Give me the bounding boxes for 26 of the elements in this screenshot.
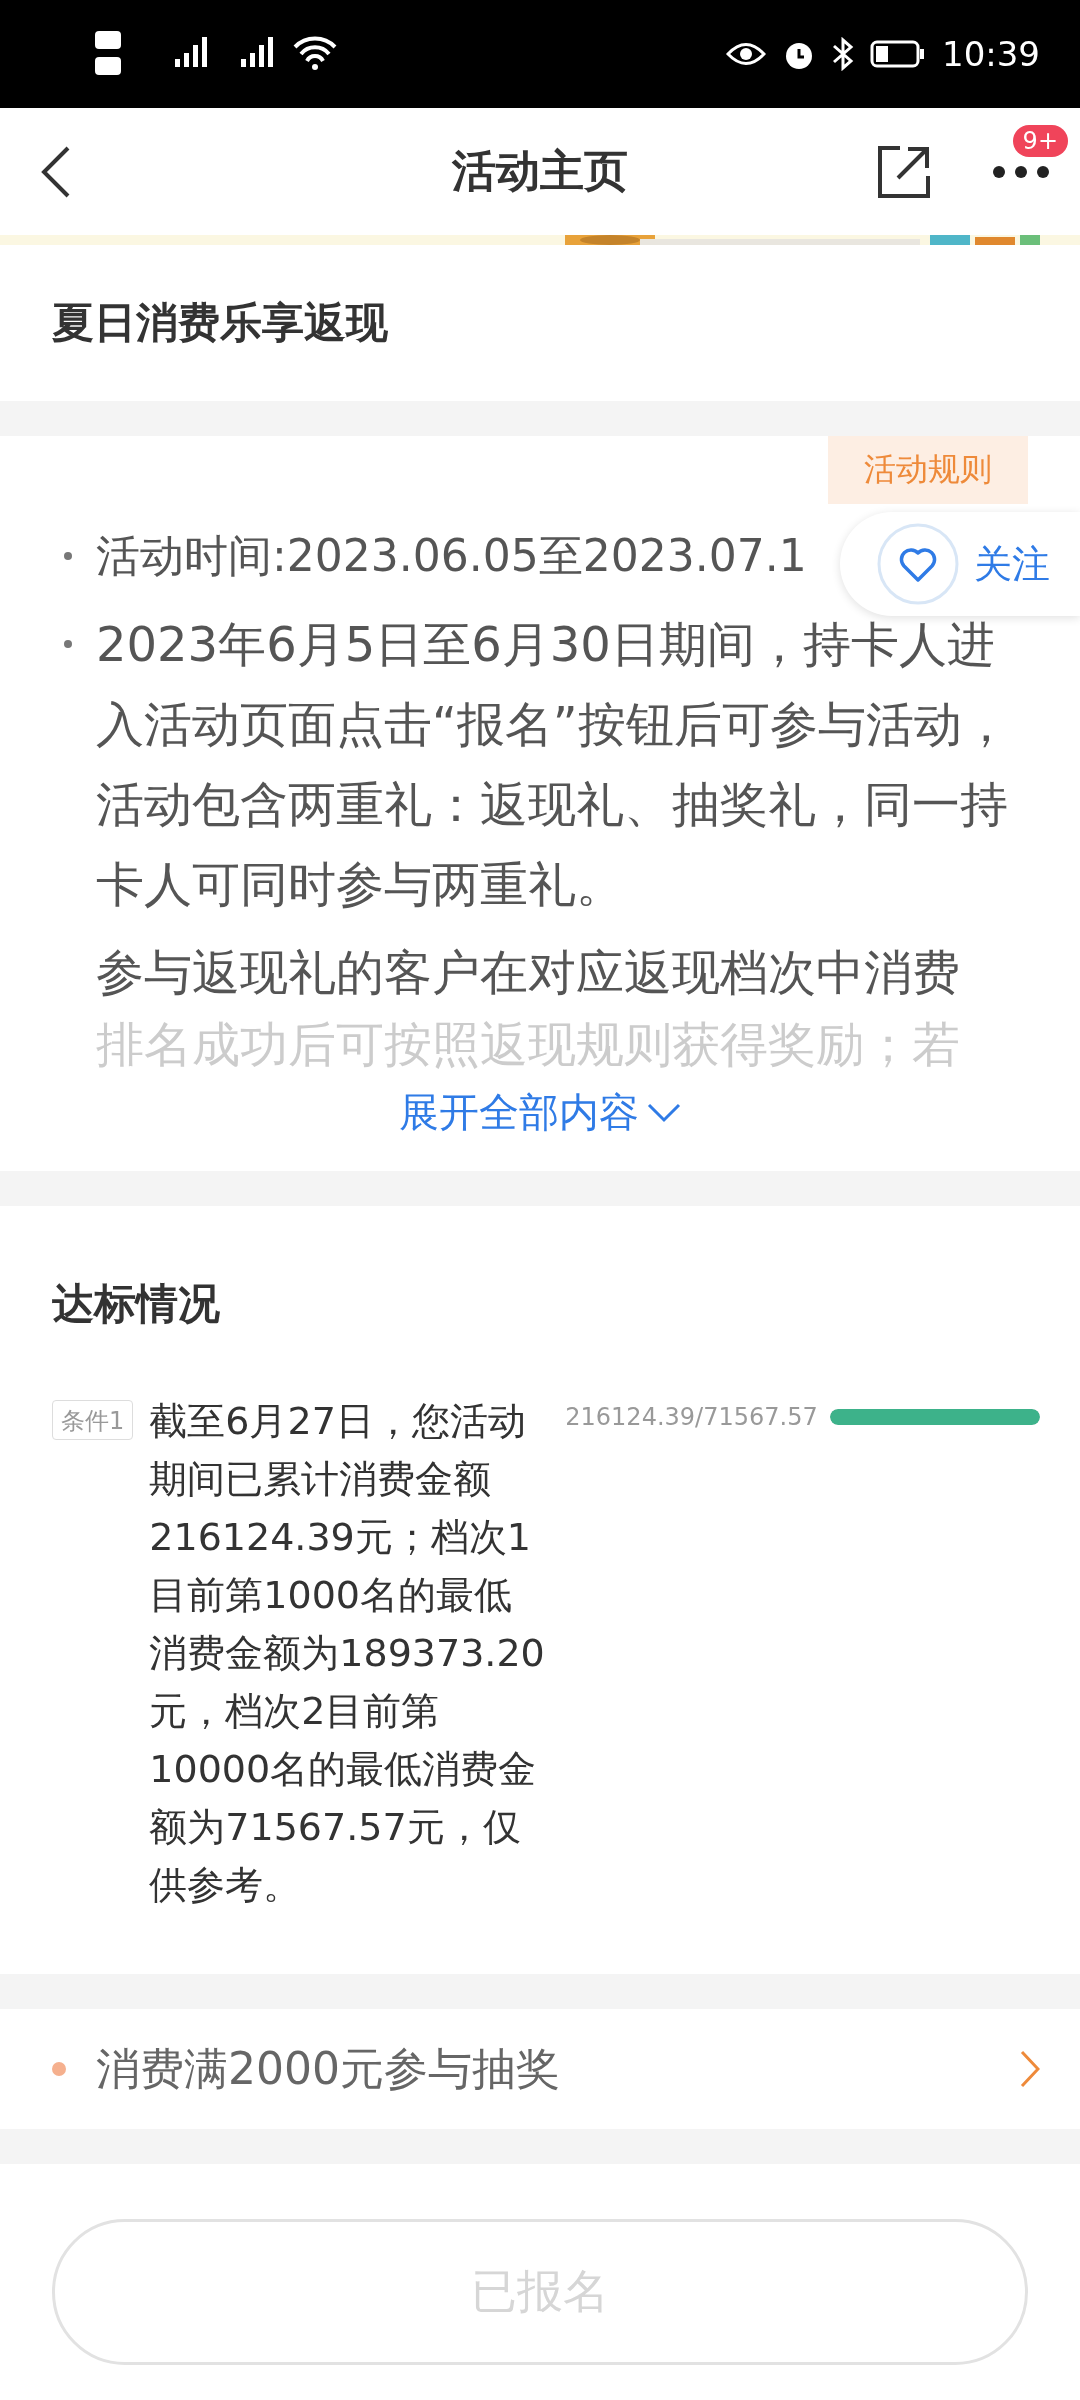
rule-text: 活动时间:2023.06.05至2023.07.1 — [96, 529, 807, 583]
share-icon[interactable] — [876, 143, 932, 200]
expand-link[interactable]: 展开全部内容 — [40, 1084, 1040, 1141]
section-title: 达标情况 — [51, 1278, 221, 1330]
back-icon[interactable] — [40, 144, 72, 199]
bullet-icon — [64, 640, 72, 648]
rule-text: 2023年6月5日至6月30日期间，持卡人进入活动页面点击“报名”按钮后可参与活动，活动包含两重礼：返现礼、抽奖礼，同一持卡人可同时参与两重礼。 — [96, 615, 1011, 914]
rule-text: 参与返现礼的客户在对应返现档次中消费 — [96, 943, 961, 1002]
condition-tag: 条件1 — [52, 1400, 134, 1440]
bullet-icon — [64, 552, 72, 560]
more-icon[interactable] — [992, 164, 1050, 179]
rules-tab[interactable]: 活动规则 — [828, 436, 1028, 504]
chevron-down-icon — [647, 1102, 681, 1123]
clock-time: 10:39 — [942, 34, 1040, 74]
page-title: 活动主页 — [452, 145, 628, 196]
progress-reading: 216124.39/71567.57 — [565, 1403, 818, 1431]
battery-icon — [870, 40, 926, 68]
condition-text: 截至6月27日，您活动期间已累计消费金额216124.39元；档次1目前第1000名的最低消费金额为189373.20元，档次2目前第10000名的最低消费金额为71567.57元，仅供参考。 — [149, 1398, 546, 1909]
follow-button[interactable]: 关注 — [840, 512, 1080, 616]
activity-title: 夏日消费乐享返现 — [51, 297, 389, 349]
notification-badge: 9+ — [1012, 124, 1068, 157]
bluetooth-icon — [832, 37, 854, 71]
bullet-icon — [52, 2062, 66, 2076]
eye-icon — [726, 41, 766, 67]
chevron-right-icon — [1020, 2050, 1040, 2088]
lottery-label: 消费满2000元参与抽奖 — [96, 2041, 561, 2096]
